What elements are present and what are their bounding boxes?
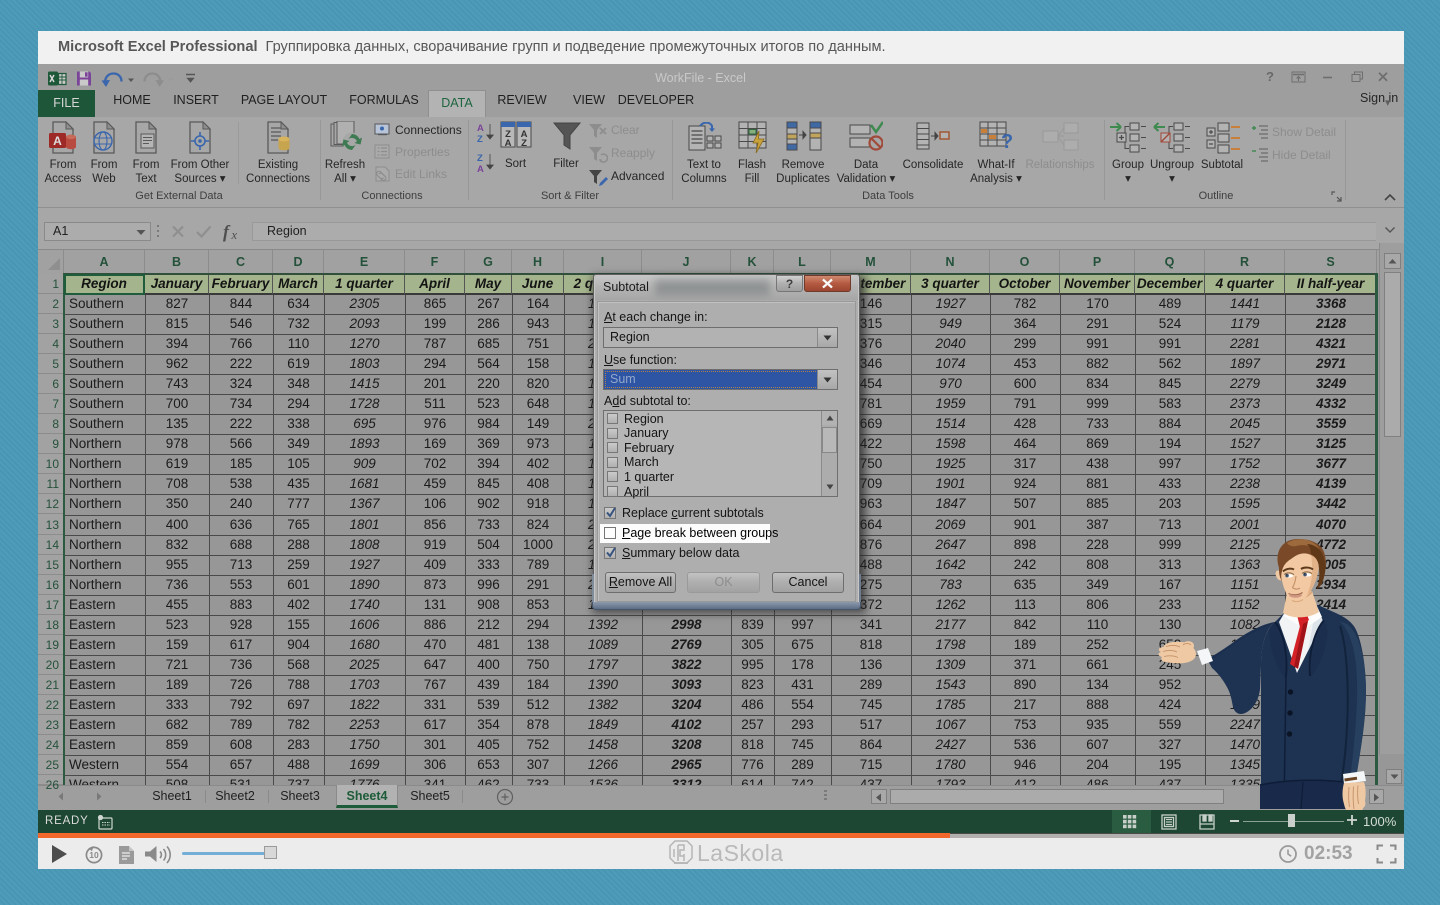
svg-text:?: ? — [1266, 70, 1274, 84]
svg-text:Z: Z — [521, 138, 527, 149]
svg-text:10: 10 — [89, 850, 99, 860]
svg-text:Z: Z — [477, 153, 483, 164]
svg-text:?: ? — [1001, 131, 1013, 153]
svg-text:A: A — [505, 138, 512, 149]
svg-text:A: A — [477, 164, 484, 174]
svg-text:A: A — [53, 134, 62, 148]
svg-text:Z: Z — [477, 134, 483, 145]
svg-text:LaSkola: LaSkola — [697, 840, 783, 866]
svg-text:A: A — [477, 123, 484, 134]
svg-text:f: f — [223, 222, 231, 242]
svg-text:x: x — [231, 228, 238, 242]
